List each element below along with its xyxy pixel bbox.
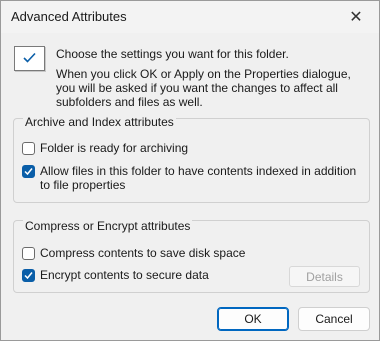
encrypt-checkbox-label[interactable]: Encrypt contents to secure data — [40, 268, 209, 282]
indexing-checkbox-label[interactable]: Allow files in this folder to have conte… — [40, 164, 360, 192]
compress-checkbox-label[interactable]: Compress contents to save disk space — [40, 246, 245, 260]
archiving-checkbox-label[interactable]: Folder is ready for archiving — [40, 141, 188, 155]
check-icon — [24, 272, 33, 280]
encrypt-checkbox[interactable] — [22, 269, 35, 282]
close-button[interactable]: ✕ — [333, 1, 379, 33]
compress-checkbox[interactable] — [22, 247, 35, 260]
intro-text: Choose the settings you want for this fo… — [56, 47, 289, 61]
indexing-checkbox[interactable] — [22, 165, 35, 178]
close-icon: ✕ — [349, 9, 363, 26]
title-bar: Advanced Attributes ✕ — [1, 1, 379, 33]
archive-group-label: Archive and Index attributes — [23, 115, 176, 129]
intro-description: When you click OK or Apply on the Proper… — [56, 67, 351, 109]
cancel-button[interactable]: Cancel — [298, 307, 370, 331]
compress-group-label: Compress or Encrypt attributes — [23, 219, 193, 233]
advanced-attributes-dialog: Advanced Attributes ✕ Choose the setting… — [0, 0, 380, 341]
check-icon — [24, 168, 33, 176]
ok-button[interactable]: OK — [217, 307, 289, 331]
folder-settings-check-icon — [14, 46, 45, 71]
window-title: Advanced Attributes — [11, 9, 127, 24]
archiving-checkbox[interactable] — [22, 142, 35, 155]
details-button[interactable]: Details — [289, 266, 360, 287]
